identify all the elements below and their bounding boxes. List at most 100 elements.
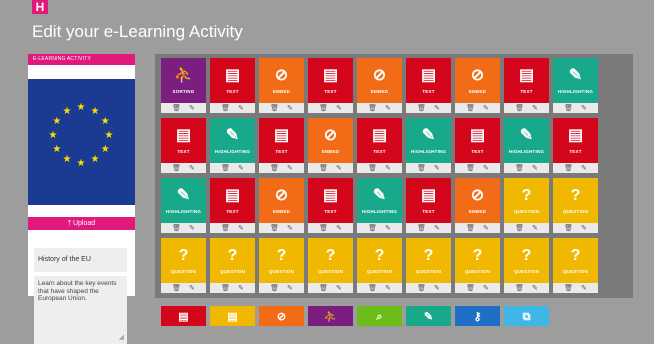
- tile-face[interactable]: ▤ TEXT: [553, 118, 598, 163]
- trash-icon[interactable]: 🗑: [466, 164, 475, 172]
- palette-tile[interactable]: ⌕: [357, 306, 402, 326]
- palette-tile[interactable]: ⚷: [455, 306, 500, 326]
- trash-icon[interactable]: 🗑: [564, 104, 573, 112]
- edit-pencil-icon[interactable]: ✎: [385, 284, 391, 292]
- edit-pencil-icon[interactable]: ✎: [483, 164, 489, 172]
- activity-tile[interactable]: ? QUESTION 🗑 ✎: [406, 238, 451, 293]
- tile-face[interactable]: ⊘ EMBED: [308, 118, 353, 163]
- resize-handle-icon[interactable]: ◢: [119, 334, 124, 342]
- edit-pencil-icon[interactable]: ✎: [385, 224, 391, 232]
- activity-tile[interactable]: ⊘ EMBED 🗑 ✎: [259, 58, 304, 113]
- tile-face[interactable]: ▤ TEXT: [308, 178, 353, 223]
- tile-face[interactable]: ⛹ SORTING: [161, 58, 206, 103]
- activity-tile[interactable]: ⊘ EMBED 🗑 ✎: [455, 58, 500, 113]
- trash-icon[interactable]: 🗑: [515, 224, 524, 232]
- edit-pencil-icon[interactable]: ✎: [581, 284, 587, 292]
- edit-pencil-icon[interactable]: ✎: [434, 284, 440, 292]
- activity-tile[interactable]: ⊘ EMBED 🗑 ✎: [259, 178, 304, 233]
- tile-face[interactable]: ▤ TEXT: [210, 178, 255, 223]
- activity-tile[interactable]: ? QUESTION 🗑 ✎: [308, 238, 353, 293]
- tile-face[interactable]: ▤ TEXT: [210, 58, 255, 103]
- edit-pencil-icon[interactable]: ✎: [287, 164, 293, 172]
- trash-icon[interactable]: 🗑: [417, 284, 426, 292]
- activity-tile[interactable]: ? QUESTION 🗑 ✎: [553, 178, 598, 233]
- edit-pencil-icon[interactable]: ✎: [434, 164, 440, 172]
- tile-face[interactable]: ⊘ EMBED: [455, 58, 500, 103]
- tile-face[interactable]: ⊘ EMBED: [259, 178, 304, 223]
- edit-pencil-icon[interactable]: ✎: [287, 104, 293, 112]
- trash-icon[interactable]: 🗑: [221, 284, 230, 292]
- edit-pencil-icon[interactable]: ✎: [189, 224, 195, 232]
- activity-tile[interactable]: ⛹ SORTING 🗑 ✎: [161, 58, 206, 113]
- edit-pencil-icon[interactable]: ✎: [532, 104, 538, 112]
- palette-tile[interactable]: ▤: [210, 306, 255, 326]
- trash-icon[interactable]: 🗑: [466, 104, 475, 112]
- trash-icon[interactable]: 🗑: [172, 164, 181, 172]
- edit-pencil-icon[interactable]: ✎: [189, 284, 195, 292]
- edit-pencil-icon[interactable]: ✎: [434, 224, 440, 232]
- trash-icon[interactable]: 🗑: [368, 224, 377, 232]
- trash-icon[interactable]: 🗑: [221, 224, 230, 232]
- activity-tile[interactable]: ▤ TEXT 🗑 ✎: [259, 118, 304, 173]
- activity-tile[interactable]: ▤ TEXT 🗑 ✎: [406, 178, 451, 233]
- trash-icon[interactable]: 🗑: [319, 284, 328, 292]
- edit-pencil-icon[interactable]: ✎: [385, 164, 391, 172]
- trash-icon[interactable]: 🗑: [319, 104, 328, 112]
- tile-face[interactable]: ▤ TEXT: [357, 118, 402, 163]
- tile-face[interactable]: ? QUESTION: [406, 238, 451, 283]
- tile-face[interactable]: ▤ TEXT: [308, 58, 353, 103]
- tile-face[interactable]: ? QUESTION: [357, 238, 402, 283]
- tile-face[interactable]: ✎ HIGHLIGHTING: [406, 118, 451, 163]
- palette-tile[interactable]: ✎: [406, 306, 451, 326]
- upload-button[interactable]: ⤒ Upload: [28, 217, 135, 230]
- activity-tile[interactable]: ▤ TEXT 🗑 ✎: [504, 58, 549, 113]
- activity-tile[interactable]: ▤ TEXT 🗑 ✎: [455, 118, 500, 173]
- activity-tile[interactable]: ? QUESTION 🗑 ✎: [553, 238, 598, 293]
- palette-tile[interactable]: ⛹: [308, 306, 353, 326]
- edit-pencil-icon[interactable]: ✎: [532, 284, 538, 292]
- activity-tile[interactable]: ? QUESTION 🗑 ✎: [161, 238, 206, 293]
- tile-face[interactable]: ? QUESTION: [161, 238, 206, 283]
- activity-tile[interactable]: ✎ HIGHLIGHTING 🗑 ✎: [161, 178, 206, 233]
- trash-icon[interactable]: 🗑: [417, 224, 426, 232]
- activity-tile[interactable]: ✎ HIGHLIGHTING 🗑 ✎: [504, 118, 549, 173]
- activity-title-field[interactable]: History of the EU: [34, 248, 127, 272]
- palette-tile[interactable]: ▤: [161, 306, 206, 326]
- activity-tile[interactable]: ✎ HIGHLIGHTING 🗑 ✎: [406, 118, 451, 173]
- trash-icon[interactable]: 🗑: [564, 284, 573, 292]
- activity-tile[interactable]: ? QUESTION 🗑 ✎: [357, 238, 402, 293]
- edit-pencil-icon[interactable]: ✎: [532, 224, 538, 232]
- trash-icon[interactable]: 🗑: [172, 104, 181, 112]
- activity-tile[interactable]: ? QUESTION 🗑 ✎: [504, 238, 549, 293]
- edit-pencil-icon[interactable]: ✎: [238, 224, 244, 232]
- edit-pencil-icon[interactable]: ✎: [336, 104, 342, 112]
- tile-face[interactable]: ✎ HIGHLIGHTING: [504, 118, 549, 163]
- trash-icon[interactable]: 🗑: [417, 104, 426, 112]
- tile-face[interactable]: ✎ HIGHLIGHTING: [161, 178, 206, 223]
- tile-face[interactable]: ✎ HIGHLIGHTING: [357, 178, 402, 223]
- trash-icon[interactable]: 🗑: [564, 224, 573, 232]
- trash-icon[interactable]: 🗑: [270, 284, 279, 292]
- tile-face[interactable]: ? QUESTION: [210, 238, 255, 283]
- cover-image[interactable]: ★ ★ ★ ★ ★ ★ ★ ★ ★ ★ ★ ★: [28, 79, 135, 205]
- edit-pencil-icon[interactable]: ✎: [581, 224, 587, 232]
- activity-tile[interactable]: ▤ TEXT 🗑 ✎: [357, 118, 402, 173]
- trash-icon[interactable]: 🗑: [515, 284, 524, 292]
- edit-pencil-icon[interactable]: ✎: [483, 284, 489, 292]
- trash-icon[interactable]: 🗑: [368, 104, 377, 112]
- activity-tile[interactable]: ? QUESTION 🗑 ✎: [259, 238, 304, 293]
- edit-pencil-icon[interactable]: ✎: [581, 104, 587, 112]
- tile-face[interactable]: ? QUESTION: [504, 178, 549, 223]
- trash-icon[interactable]: 🗑: [221, 104, 230, 112]
- trash-icon[interactable]: 🗑: [515, 104, 524, 112]
- edit-pencil-icon[interactable]: ✎: [336, 284, 342, 292]
- edit-pencil-icon[interactable]: ✎: [238, 164, 244, 172]
- edit-pencil-icon[interactable]: ✎: [532, 164, 538, 172]
- activity-tile[interactable]: ▤ TEXT 🗑 ✎: [308, 58, 353, 113]
- edit-pencil-icon[interactable]: ✎: [434, 104, 440, 112]
- trash-icon[interactable]: 🗑: [270, 104, 279, 112]
- activity-tile[interactable]: ? QUESTION 🗑 ✎: [455, 238, 500, 293]
- edit-pencil-icon[interactable]: ✎: [238, 284, 244, 292]
- activity-tile[interactable]: ? QUESTION 🗑 ✎: [210, 238, 255, 293]
- tile-face[interactable]: ? QUESTION: [259, 238, 304, 283]
